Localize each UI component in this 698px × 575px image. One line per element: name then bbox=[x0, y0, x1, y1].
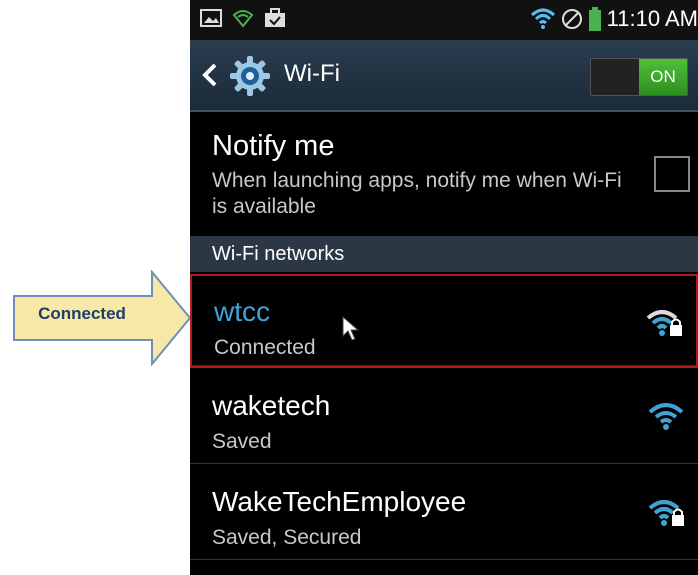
action-bar: Wi-Fi ON bbox=[190, 40, 698, 112]
connected-callout: Connected bbox=[12, 270, 192, 366]
notify-description: When launching apps, notify me when Wi-F… bbox=[212, 169, 622, 218]
wifi-locked-icon bbox=[646, 310, 682, 336]
wifi-signal-icon bbox=[530, 8, 555, 29]
network-name: wtcc bbox=[214, 296, 270, 327]
notify-checkbox[interactable] bbox=[654, 156, 690, 192]
wifi-icon bbox=[648, 403, 684, 430]
network-item-waketechemployee[interactable]: WakeTechEmployee Saved, Secured bbox=[190, 466, 698, 560]
notify-title: Notify me bbox=[212, 130, 335, 162]
network-name: WakeTechEmployee bbox=[212, 486, 467, 517]
page-title: Wi-Fi bbox=[284, 60, 340, 87]
settings-gear-icon[interactable] bbox=[228, 54, 272, 98]
wifi-outline-icon bbox=[232, 10, 254, 28]
network-name: waketech bbox=[212, 390, 331, 421]
battery-icon bbox=[588, 7, 601, 31]
mouse-cursor-icon bbox=[342, 316, 360, 341]
network-status: Saved, Secured bbox=[212, 526, 362, 549]
divider bbox=[190, 559, 698, 560]
divider bbox=[192, 365, 698, 366]
status-bar: 11:10 AM bbox=[190, 0, 698, 40]
wifi-toggle[interactable]: ON bbox=[590, 58, 688, 96]
wifi-locked-icon bbox=[648, 500, 684, 526]
no-sim-icon bbox=[561, 9, 582, 29]
callout-label: Connected bbox=[38, 304, 126, 323]
toggle-on-label: ON bbox=[639, 59, 687, 95]
networks-section-header: Wi-Fi networks bbox=[190, 236, 698, 272]
network-item-waketech[interactable]: waketech Saved bbox=[190, 370, 698, 464]
notify-me-setting[interactable]: Notify me When launching apps, notify me… bbox=[190, 112, 698, 236]
image-icon bbox=[200, 9, 222, 27]
divider bbox=[190, 463, 698, 464]
network-status: Connected bbox=[214, 336, 316, 359]
phone-screen: 11:10 AM Wi-Fi ON Notify me When launchi… bbox=[190, 0, 698, 575]
back-chevron-icon[interactable] bbox=[200, 62, 220, 88]
clock: 11:10 AM bbox=[606, 6, 698, 31]
network-status: Saved bbox=[212, 430, 272, 453]
network-item-wtcc[interactable]: wtcc Connected bbox=[190, 274, 698, 368]
briefcase-check-icon bbox=[265, 8, 285, 27]
